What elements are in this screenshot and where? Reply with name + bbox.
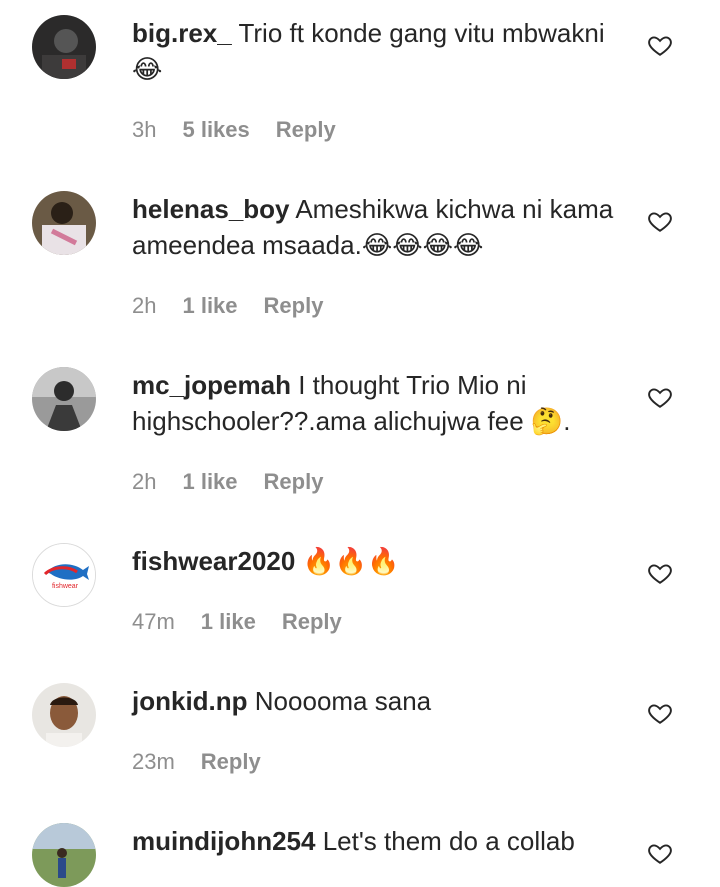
avatar[interactable] bbox=[32, 191, 96, 255]
fishwear-logo[interactable]: fishwear bbox=[32, 543, 96, 607]
comment-meta: 3h 5 likes Reply bbox=[132, 117, 362, 143]
comment-time: 23m bbox=[132, 749, 175, 774]
logo-text: fishwear bbox=[52, 583, 79, 590]
comment-text: jonkid.np Nooooma sana bbox=[132, 683, 632, 719]
comment-time: 2h bbox=[132, 469, 157, 494]
comment-text: mc_jopemah I thought Trio Mio ni highsch… bbox=[132, 367, 632, 439]
comment-meta: 2h 1 like Reply bbox=[132, 293, 349, 319]
avatar[interactable] bbox=[32, 15, 96, 79]
comment-text: helenas_boy Ameshikwa kichwa ni kama ame… bbox=[132, 191, 632, 263]
reply-button[interactable]: Reply bbox=[282, 609, 342, 634]
comment-username[interactable]: muindijohn254 bbox=[132, 826, 315, 856]
avatar[interactable] bbox=[32, 823, 96, 887]
comment-username[interactable]: fishwear2020 bbox=[132, 546, 295, 576]
comment-text: big.rex_ Trio ft konde gang vitu mbwakni… bbox=[132, 15, 632, 87]
comment-time: 2h bbox=[132, 293, 157, 318]
comment-meta: 47m 1 like Reply bbox=[132, 609, 368, 635]
comment-likes[interactable]: 5 likes bbox=[182, 117, 249, 142]
heart-outline-icon[interactable] bbox=[647, 384, 673, 410]
comment-username[interactable]: big.rex_ bbox=[132, 18, 232, 48]
comment-time: 3h bbox=[132, 117, 157, 142]
heart-outline-icon[interactable] bbox=[647, 208, 673, 234]
avatar[interactable] bbox=[32, 367, 96, 431]
comment-meta: 23m Reply bbox=[132, 749, 287, 775]
comment-text: muindijohn254 Let's them do a collab bbox=[132, 823, 632, 859]
comment-likes[interactable]: 1 like bbox=[201, 609, 256, 634]
comment-meta: 2h 1 like Reply bbox=[132, 469, 349, 495]
comment-time: 47m bbox=[132, 609, 175, 634]
comment-message: Let's them do a collab bbox=[322, 826, 575, 856]
reply-button[interactable]: Reply bbox=[264, 293, 324, 318]
heart-outline-icon[interactable] bbox=[647, 32, 673, 58]
comment-likes[interactable]: 1 like bbox=[182, 469, 237, 494]
reply-button[interactable]: Reply bbox=[276, 117, 336, 142]
comment-username[interactable]: jonkid.np bbox=[132, 686, 248, 716]
comment-message: 🔥🔥🔥 bbox=[302, 546, 400, 576]
reply-button[interactable]: Reply bbox=[201, 749, 261, 774]
comment-username[interactable]: mc_jopemah bbox=[132, 370, 291, 400]
heart-outline-icon[interactable] bbox=[647, 560, 673, 586]
heart-outline-icon[interactable] bbox=[647, 700, 673, 726]
comment-message: Nooooma sana bbox=[254, 686, 432, 716]
comment-username[interactable]: helenas_boy bbox=[132, 194, 290, 224]
comment-likes[interactable]: 1 like bbox=[182, 293, 237, 318]
avatar[interactable] bbox=[32, 683, 96, 747]
reply-button[interactable]: Reply bbox=[264, 469, 324, 494]
comment-text: fishwear2020 🔥🔥🔥 bbox=[132, 543, 632, 579]
heart-outline-icon[interactable] bbox=[647, 840, 673, 866]
